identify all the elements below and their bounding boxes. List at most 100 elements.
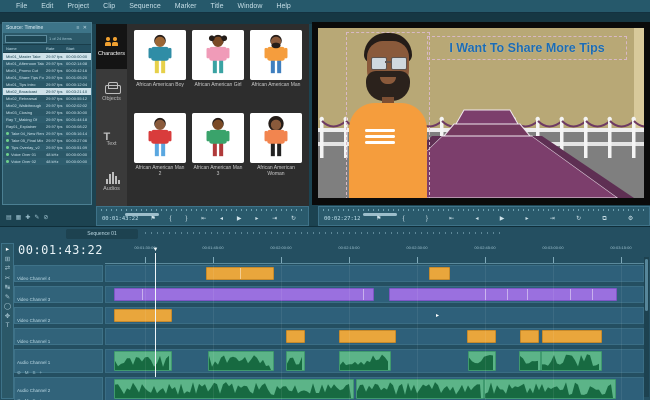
transport-export-frame-button[interactable]: ⧉ — [602, 216, 606, 222]
menu-item-window[interactable]: Window — [231, 3, 268, 10]
transport-step-back-button[interactable]: ◂ — [220, 216, 223, 222]
transport-play-button[interactable]: ▶ — [237, 216, 242, 222]
audio-clip[interactable] — [468, 351, 496, 371]
scroll-thumb[interactable] — [645, 259, 648, 311]
new-item-icon[interactable]: ✚ — [25, 214, 30, 221]
video-clip[interactable] — [542, 330, 602, 343]
audio-clip[interactable] — [114, 379, 354, 399]
video-preview[interactable]: I Want To Share More Tips — [318, 28, 644, 198]
clip-list-row[interactable]: Ray T_Making Of29.97 fps00:01:44:18 — [3, 116, 91, 123]
track-content[interactable] — [105, 265, 644, 282]
audio-clip[interactable] — [339, 351, 391, 371]
track-header[interactable]: Audio Channel 1⊘MS+ — [14, 349, 103, 373]
transport-play-button[interactable]: ▶ — [500, 216, 505, 222]
add-keyframe-button[interactable]: + — [40, 370, 43, 376]
menu-item-edit[interactable]: Edit — [35, 3, 59, 10]
transport-go-to-out-button[interactable]: ⇥ — [550, 216, 555, 222]
column-start[interactable]: Start — [66, 46, 88, 51]
character-selection-box[interactable] — [346, 32, 430, 198]
clip-list-row[interactable]: Mix01_Share Tips Footage29.97 fps00:01:0… — [3, 74, 91, 81]
transport-settings-button[interactable]: ⚙ — [628, 216, 633, 222]
rail-item-text[interactable]: TText — [96, 114, 127, 159]
video-clip[interactable] — [520, 330, 539, 343]
clip-list-row[interactable]: Take 05_Final Mix29.97 fps00:00:27:06 — [3, 137, 91, 144]
rail-item-objects[interactable]: Objects — [96, 69, 127, 114]
track-header[interactable]: Video Channel 3◉ — [14, 286, 103, 303]
clip-list-row[interactable]: Ray01_Explainer29.97 fps00:00:08:22 — [3, 123, 91, 130]
panel-menu-icon[interactable]: ≡ ✕ — [77, 25, 89, 31]
menu-item-title[interactable]: Title — [205, 3, 230, 10]
clip-list-row[interactable]: Mix01_Promo Cut29.97 fps00:00:42:16 — [3, 67, 91, 74]
audio-clip[interactable] — [286, 351, 305, 371]
transport-mark-in-button[interactable]: { — [403, 216, 405, 222]
track-header[interactable]: Video Channel 4◉ — [14, 265, 103, 282]
solo-button[interactable]: S — [33, 370, 36, 376]
transport-mark-in-button[interactable]: { — [170, 216, 172, 222]
playhead-line[interactable] — [155, 253, 156, 377]
audio-clip[interactable] — [356, 379, 484, 399]
audio-clip[interactable] — [208, 351, 274, 371]
thumbnail-view-icon[interactable]: ▦ — [16, 214, 22, 221]
clip-list-row[interactable]: Voice Over 0248 kHz00:00:00:00 — [3, 158, 91, 165]
delete-icon[interactable]: ⊘ — [43, 214, 48, 221]
character-thumbnail[interactable] — [250, 113, 302, 163]
menu-item-file[interactable]: File — [10, 3, 33, 10]
track-header[interactable]: Video Channel 2◉ — [14, 307, 103, 324]
track-content[interactable] — [105, 377, 644, 400]
video-clip[interactable] — [114, 288, 374, 301]
edit-icon[interactable]: ✎ — [34, 214, 39, 221]
transport-add-marker-button[interactable]: ⚑ — [150, 216, 155, 222]
video-clip[interactable] — [467, 330, 496, 343]
rail-item-audios[interactable]: Audios — [96, 159, 127, 204]
column-rate[interactable]: Rate — [46, 46, 64, 51]
video-clip[interactable] — [389, 288, 617, 301]
search-input[interactable] — [5, 35, 47, 43]
video-clip[interactable] — [206, 267, 274, 280]
transport-go-to-out-button[interactable]: ⇥ — [272, 216, 277, 222]
mute-button[interactable]: M — [25, 370, 29, 376]
rail-item-characters[interactable]: Characters — [96, 24, 127, 69]
audio-clip[interactable] — [484, 379, 616, 399]
audio-clip[interactable] — [541, 351, 602, 371]
clip-list-row[interactable]: Mix02_Walkthrough29.97 fps00:02:02:02 — [3, 102, 91, 109]
audio-clip[interactable] — [519, 351, 541, 371]
video-clip[interactable] — [429, 267, 450, 280]
audio-clip[interactable] — [114, 351, 172, 371]
transport-go-to-in-button[interactable]: ⇤ — [449, 216, 454, 222]
menu-item-clip[interactable]: Clip — [97, 3, 121, 10]
transport-step-forward-button[interactable]: ▸ — [255, 216, 258, 222]
menu-item-help[interactable]: Help — [270, 3, 296, 10]
column-name[interactable]: Name — [6, 46, 44, 51]
video-clip[interactable] — [339, 330, 396, 343]
character-thumbnail[interactable] — [134, 30, 186, 80]
clip-list-row[interactable]: Tips Overlay_v229.97 fps00:00:51:09 — [3, 144, 91, 151]
clip-list-row[interactable]: Mix01_Master Take29.97 fps00:00:00:00 — [3, 53, 91, 60]
transport-add-marker-button[interactable]: ⚑ — [376, 216, 381, 222]
transport-loop-button[interactable]: ↻ — [576, 216, 581, 222]
clip-list-row[interactable]: Mix01_Tips Intro29.97 fps00:00:12:04 — [3, 81, 91, 88]
transport-mark-out-button[interactable]: } — [185, 216, 187, 222]
character-thumbnail[interactable] — [250, 30, 302, 80]
track-lock-toggle[interactable]: ⊘ — [17, 370, 21, 376]
track-content[interactable]: ▸ — [105, 307, 644, 324]
vertical-scrollbar[interactable] — [644, 257, 649, 397]
transport-loop-button[interactable]: ↻ — [291, 216, 296, 222]
clip-list-row[interactable]: Take 04_New Render29.97 fps00:05:16:14 — [3, 130, 91, 137]
list-column-headers[interactable]: Name Rate Start — [3, 44, 91, 53]
scroll-strip[interactable] — [323, 208, 645, 212]
menu-item-sequence[interactable]: Sequence — [123, 3, 167, 10]
character-thumbnail[interactable] — [192, 113, 244, 163]
transport-mark-out-button[interactable]: } — [426, 216, 428, 222]
character-thumbnail[interactable] — [134, 113, 186, 163]
transport-step-back-button[interactable]: ◂ — [475, 216, 478, 222]
list-view-icon[interactable]: ▤ — [6, 214, 12, 221]
clip-list-row[interactable]: Mix01_Afternoon Take29.97 fps00:02:14:08 — [3, 60, 91, 67]
clip-list-row[interactable]: Mix02_Rehearsal29.97 fps00:00:55:12 — [3, 95, 91, 102]
transport-step-forward-button[interactable]: ▸ — [526, 216, 529, 222]
scroll-strip[interactable] — [101, 208, 304, 212]
clip-list-row[interactable]: Mix02_Broadcast29.97 fps00:03:21:10 — [3, 88, 91, 95]
caption-selection-box[interactable]: I Want To Share More Tips — [427, 36, 627, 60]
character-thumbnail[interactable] — [192, 30, 244, 80]
track-header[interactable]: Audio Channel 2⊘MS+ — [14, 377, 103, 400]
track-content[interactable] — [105, 349, 644, 373]
